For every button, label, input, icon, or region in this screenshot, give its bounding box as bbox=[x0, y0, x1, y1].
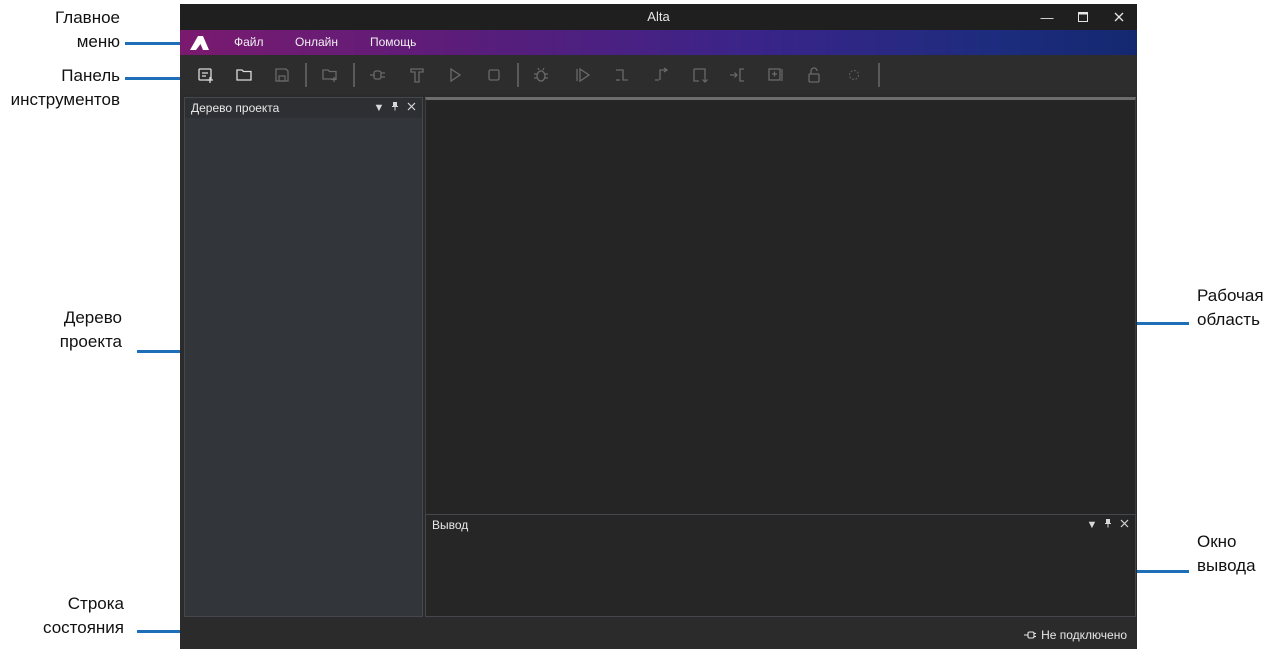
annotation-main-menu-line1: Главное bbox=[55, 8, 120, 27]
toolbar-separator bbox=[878, 63, 880, 87]
connection-status[interactable]: Не подключено bbox=[1023, 628, 1127, 642]
menu-item-online[interactable]: Онлайн bbox=[295, 30, 338, 55]
connect-button[interactable] bbox=[366, 63, 390, 87]
annotation-project-tree-line2: проекта bbox=[59, 332, 122, 351]
toolbar-separator bbox=[517, 63, 519, 87]
step-out-icon bbox=[655, 67, 669, 81]
debug-icon bbox=[534, 67, 548, 82]
menu-item-file[interactable]: Файл bbox=[234, 30, 264, 55]
annotation-status-bar-line2: состояния bbox=[43, 618, 124, 637]
close-panel-button[interactable] bbox=[404, 100, 418, 116]
annotation-toolbar-line1: Панель bbox=[61, 66, 120, 85]
annotation-project-tree-line1: Дерево bbox=[63, 308, 122, 327]
pin-icon bbox=[1105, 519, 1111, 528]
alta-logo-icon[interactable] bbox=[188, 34, 210, 51]
breakpoint-icon bbox=[848, 69, 860, 81]
run-icon bbox=[450, 67, 462, 83]
dropdown-button[interactable]: ▼ bbox=[1085, 517, 1099, 533]
minimize-icon: — bbox=[1040, 9, 1054, 25]
unlock-button[interactable] bbox=[802, 63, 826, 87]
output-header: Вывод ▼ bbox=[426, 515, 1135, 535]
breakpoint-button[interactable] bbox=[842, 63, 866, 87]
stop-button[interactable] bbox=[482, 63, 506, 87]
pin-icon bbox=[392, 102, 398, 111]
continue-button[interactable] bbox=[571, 63, 595, 87]
continue-icon bbox=[576, 67, 591, 83]
new-file-icon bbox=[322, 69, 337, 82]
close-icon bbox=[1114, 12, 1124, 22]
step-over-icon bbox=[616, 69, 628, 81]
window-title: Alta bbox=[647, 9, 670, 24]
annotation-workspace-line1: Рабочая bbox=[1197, 286, 1264, 305]
pin-button[interactable] bbox=[1101, 517, 1115, 533]
annotation-output-window-line2: вывода bbox=[1197, 556, 1256, 575]
build-button[interactable] bbox=[405, 63, 429, 87]
open-folder-button[interactable] bbox=[232, 63, 256, 87]
toolbar bbox=[180, 55, 1137, 95]
new-file-button[interactable] bbox=[318, 63, 342, 87]
step-over-button[interactable] bbox=[610, 63, 634, 87]
chevron-down-icon: ▼ bbox=[1086, 519, 1098, 531]
stop-icon bbox=[488, 69, 500, 81]
minimize-button[interactable]: — bbox=[1029, 4, 1065, 30]
watch-button[interactable] bbox=[764, 63, 788, 87]
pin-button[interactable] bbox=[388, 100, 402, 116]
build-icon bbox=[410, 68, 424, 83]
step-into-icon bbox=[693, 68, 708, 83]
connect-icon bbox=[370, 70, 385, 80]
project-tree-header: Дерево проекта ▼ bbox=[185, 98, 422, 118]
step-into-button[interactable] bbox=[688, 63, 712, 87]
connection-status-label: Не подключено bbox=[1041, 628, 1127, 642]
annotation-toolbar-line2: инструментов bbox=[10, 90, 120, 109]
annotation-status-bar-line1: Строка bbox=[67, 594, 124, 613]
watch-icon bbox=[768, 68, 783, 81]
save-button[interactable] bbox=[270, 63, 294, 87]
annotation-output-window: Окно вывода bbox=[1197, 530, 1269, 578]
toolbar-separator bbox=[353, 63, 355, 87]
annotation-toolbar: Панель инструментов bbox=[0, 64, 120, 112]
annotation-workspace: Рабочая область bbox=[1197, 284, 1269, 332]
open-folder-icon bbox=[236, 69, 252, 81]
toolbar-separator bbox=[305, 63, 307, 87]
annotation-output-window-pointer bbox=[1131, 570, 1189, 573]
menu-item-help[interactable]: Помощь bbox=[370, 30, 416, 55]
annotation-workspace-line2: область bbox=[1197, 310, 1260, 329]
close-button[interactable] bbox=[1101, 4, 1137, 30]
project-tree-title: Дерево проекта bbox=[191, 101, 280, 115]
close-panel-button[interactable] bbox=[1117, 517, 1131, 533]
annotation-output-window-line1: Окно bbox=[1197, 532, 1237, 551]
close-icon bbox=[1120, 519, 1128, 528]
close-icon bbox=[407, 102, 415, 111]
workspace-area[interactable] bbox=[425, 97, 1136, 515]
annotation-status-bar: Строка состояния bbox=[40, 592, 124, 640]
app-window: Alta — Файл Онлайн Помощь Дерево проекта… bbox=[180, 4, 1137, 649]
run-to-cursor-button[interactable] bbox=[726, 63, 750, 87]
debug-button[interactable] bbox=[529, 63, 553, 87]
annotation-main-menu-line2: меню bbox=[76, 32, 120, 51]
title-bar: Alta — bbox=[180, 4, 1137, 30]
new-project-button[interactable] bbox=[194, 63, 218, 87]
step-out-button[interactable] bbox=[649, 63, 673, 87]
new-project-icon bbox=[198, 68, 213, 83]
maximize-button[interactable] bbox=[1065, 4, 1101, 30]
annotation-workspace-pointer bbox=[1131, 322, 1189, 325]
unlock-icon bbox=[808, 67, 820, 83]
plug-icon bbox=[1024, 631, 1037, 639]
dropdown-button[interactable]: ▼ bbox=[372, 100, 386, 116]
chevron-down-icon: ▼ bbox=[373, 102, 385, 114]
save-icon bbox=[275, 68, 289, 82]
project-tree-panel: Дерево проекта ▼ bbox=[184, 97, 423, 617]
output-title: Вывод bbox=[432, 518, 469, 532]
annotation-main-menu: Главное меню bbox=[40, 6, 120, 54]
run-to-cursor-icon bbox=[730, 68, 744, 82]
run-button[interactable] bbox=[443, 63, 467, 87]
status-bar: Не подключено bbox=[180, 619, 1137, 649]
maximize-icon bbox=[1078, 12, 1088, 22]
main-menu: Файл Онлайн Помощь bbox=[180, 30, 1137, 55]
annotation-project-tree: Дерево проекта bbox=[40, 306, 122, 354]
output-panel: Вывод ▼ bbox=[425, 514, 1136, 617]
